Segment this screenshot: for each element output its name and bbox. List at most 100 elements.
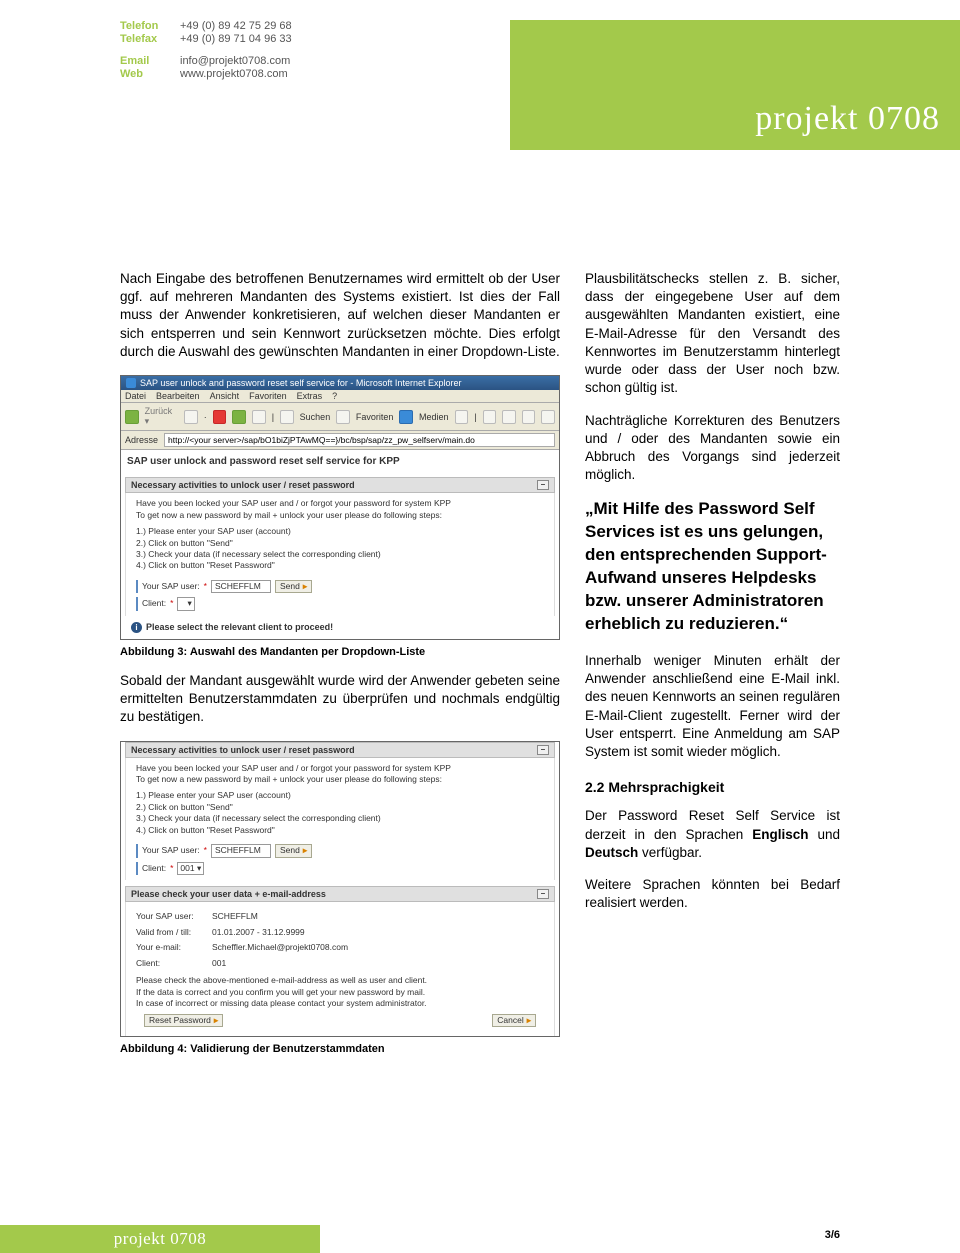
stop-icon[interactable] — [213, 410, 227, 424]
figure-4-caption: Abbildung 4: Validierung der Benutzersta… — [120, 1043, 560, 1055]
fig4-section-necessary: Necessary activities to unlock user / re… — [125, 742, 555, 758]
fig4-client-label: Client: — [142, 863, 166, 874]
fig4-section1-title: Necessary activities to unlock user / re… — [131, 745, 355, 755]
menu-ansicht[interactable]: Ansicht — [210, 391, 240, 401]
menu-extras[interactable]: Extras — [297, 391, 323, 401]
fig4-section2-title: Please check your user data + e-mail-add… — [131, 889, 326, 899]
ie-address-bar: Adresse — [121, 431, 559, 450]
ie-menubar: Datei Bearbeiten Ansicht Favoriten Extra… — [121, 390, 559, 403]
media-icon[interactable] — [399, 410, 413, 424]
figure-3-caption: Abbildung 3: Auswahl des Mandanten per D… — [120, 646, 560, 658]
sap-step-1: 1.) Please enter your SAP user (account) — [136, 526, 544, 537]
right-para-3: Innerhalb weniger Minuten erhält der Anw… — [585, 652, 840, 761]
left-para-2: Sobald der Mandant ausgewählt wurde wird… — [120, 672, 560, 727]
email-value: info@projekt0708.com — [180, 55, 290, 67]
toolbar-medien[interactable]: Medien — [419, 412, 449, 422]
back-icon[interactable] — [125, 410, 139, 424]
sap-client-select[interactable]: ▾ — [177, 597, 194, 610]
valid-value: 01.01.2007 - 31.12.9999 — [212, 927, 305, 938]
figure-3: SAP user unlock and password reset self … — [120, 375, 560, 640]
figure-4: Necessary activities to unlock user / re… — [120, 741, 560, 1038]
right-column: Plausbilitätschecks stellen z. B. sicher… — [585, 270, 840, 1069]
edit-icon[interactable] — [522, 410, 536, 424]
fig4-send-button[interactable]: Send▸ — [275, 844, 312, 857]
fig4-section-check: Please check your user data + e-mail-add… — [125, 886, 555, 902]
sap-step-4: 4.) Click on button "Reset Password" — [136, 560, 544, 571]
print-icon[interactable] — [502, 410, 516, 424]
ie-title-text: SAP user unlock and password reset self … — [140, 378, 461, 388]
left-column: Nach Eingabe des betroffenen Benutzernam… — [120, 270, 560, 1069]
ie-titlebar: SAP user unlock and password reset self … — [121, 376, 559, 390]
collapse-icon[interactable]: – — [537, 745, 549, 755]
fig4-step-2: 2.) Click on button "Send" — [136, 802, 544, 813]
web-value: www.projekt0708.com — [180, 68, 288, 80]
reset-password-button[interactable]: Reset Password▸ — [144, 1014, 223, 1027]
sap-intro: Have you been locked your SAP user and /… — [136, 498, 544, 521]
history-icon[interactable] — [455, 410, 469, 424]
favorites-icon[interactable] — [336, 410, 350, 424]
logo-banner: projekt 0708 — [510, 20, 960, 150]
telefon-label: Telefon — [120, 20, 180, 32]
home-icon[interactable] — [252, 410, 266, 424]
valid-label: Valid from / till: — [136, 927, 208, 938]
client2-label: Client: — [136, 958, 208, 969]
fig4-step-4: 4.) Click on button "Reset Password" — [136, 825, 544, 836]
send-button[interactable]: Send▸ — [275, 580, 312, 593]
right-para-5: Weitere Sprachen könnten bei Bedarf real… — [585, 876, 840, 912]
menu-datei[interactable]: Datei — [125, 391, 146, 401]
logo-text: projekt 0708 — [755, 100, 940, 138]
right-para-4: Der Password Reset Self Service ist derz… — [585, 807, 840, 862]
confirm-text: Please check the above-mentioned e-mail-… — [136, 975, 544, 1009]
page-number: 3/6 — [825, 1229, 840, 1241]
email-label: Email — [120, 55, 180, 67]
fig4-step-3: 3.) Check your data (if necessary select… — [136, 813, 544, 824]
fig4-step-1: 1.) Please enter your SAP user (account) — [136, 790, 544, 801]
menu-favoriten[interactable]: Favoriten — [249, 391, 287, 401]
fig4-intro: Have you been locked your SAP user and /… — [136, 763, 544, 786]
content-area: Nach Eingabe des betroffenen Benutzernam… — [120, 270, 840, 1069]
forward-icon[interactable] — [184, 410, 198, 424]
menu-help[interactable]: ? — [332, 391, 337, 401]
fig4-user-input[interactable]: SCHEFFLM — [211, 844, 271, 857]
section-heading: 2.2 Mehrsprachigkeit — [585, 779, 840, 795]
toolbar-favoriten[interactable]: Favoriten — [356, 412, 394, 422]
cancel-button[interactable]: Cancel▸ — [492, 1014, 536, 1027]
toolbar-suchen[interactable]: Suchen — [300, 412, 331, 422]
collapse-icon[interactable]: – — [537, 889, 549, 899]
mail-icon[interactable] — [483, 410, 497, 424]
collapse-icon[interactable]: – — [537, 480, 549, 490]
sap-section-necessary: Necessary activities to unlock user / re… — [125, 477, 555, 493]
fig4-user-label: Your SAP user: — [142, 845, 200, 856]
info-icon: i — [131, 622, 142, 633]
sap-user-label: Your SAP user: — [142, 581, 200, 592]
ie-icon — [126, 378, 136, 388]
left-para-1: Nach Eingabe des betroffenen Benutzernam… — [120, 270, 560, 361]
search-icon[interactable] — [280, 410, 294, 424]
discuss-icon[interactable] — [541, 410, 555, 424]
refresh-icon[interactable] — [232, 410, 246, 424]
sap-page-title: SAP user unlock and password reset self … — [121, 450, 559, 477]
footer-logo: projekt 0708 — [0, 1225, 320, 1253]
quote-block: „Mit Hilfe des Password Self Services is… — [585, 498, 840, 636]
sap-step-2: 2.) Click on button "Send" — [136, 538, 544, 549]
telefax-value: +49 (0) 89 71 04 96 33 — [180, 33, 292, 45]
confirm-user-value: SCHEFFLM — [212, 911, 258, 922]
email-label2: Your e-mail: — [136, 942, 208, 953]
telefon-value: +49 (0) 89 42 75 29 68 — [180, 20, 292, 32]
right-para-1: Plausbilitätschecks stellen z. B. sicher… — [585, 270, 840, 398]
web-label: Web — [120, 68, 180, 80]
sap-user-input[interactable]: SCHEFFLM — [211, 580, 271, 593]
right-para-2: Nachträgliche Korrekturen des Benutzers … — [585, 412, 840, 485]
email-value2: Scheffler.Michael@projekt0708.com — [212, 942, 348, 953]
sap-step-3: 3.) Check your data (if necessary select… — [136, 549, 544, 560]
addr-label: Adresse — [125, 435, 158, 445]
ie-toolbar: Zurück ▾ · | Suchen Favoriten Medien | — [121, 403, 559, 431]
telefax-label: Telefax — [120, 33, 180, 45]
sap-section-title: Necessary activities to unlock user / re… — [131, 480, 355, 490]
fig4-client-select[interactable]: 001 ▾ — [177, 862, 204, 875]
menu-bearbeiten[interactable]: Bearbeiten — [156, 391, 200, 401]
confirm-user-label: Your SAP user: — [136, 911, 208, 922]
sap-client-label: Client: — [142, 598, 166, 609]
sap-note-text: Please select the relevant client to pro… — [146, 622, 333, 632]
addr-input[interactable] — [164, 433, 555, 447]
